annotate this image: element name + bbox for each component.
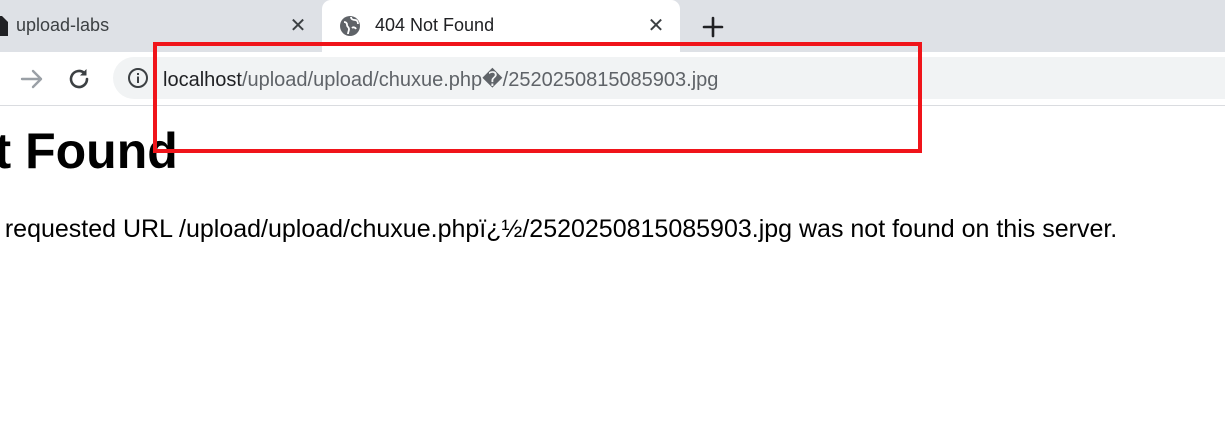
globe-icon — [340, 16, 360, 36]
url-text: localhost/upload/upload/chuxue.php�/2520… — [163, 67, 718, 92]
file-icon — [0, 16, 8, 36]
error-message: e requested URL /upload/upload/chuxue.ph… — [0, 215, 1118, 243]
tab-close-button[interactable]: ✕ — [285, 13, 311, 39]
arrow-right-icon[interactable] — [17, 64, 47, 94]
tab-title: upload-labs — [16, 15, 110, 35]
tab-upload-labs[interactable]: upload-labs ✕ — [0, 0, 320, 52]
reload-icon[interactable] — [64, 64, 94, 94]
info-icon[interactable] — [127, 67, 149, 89]
new-tab-button[interactable] — [698, 12, 728, 42]
tab-close-button[interactable]: ✕ — [643, 13, 669, 39]
page-heading: ot Found — [0, 123, 178, 179]
url-path: /upload/upload/chuxue.php�/2520250815085… — [241, 69, 719, 91]
tab-404-not-found[interactable]: 404 Not Found ✕ — [322, 0, 680, 52]
tab-strip: upload-labs ✕ 404 Not Found ✕ — [0, 0, 1225, 52]
address-bar[interactable]: localhost/upload/upload/chuxue.php�/2520… — [113, 57, 1225, 99]
toolbar: localhost/upload/upload/chuxue.php�/2520… — [0, 52, 1225, 106]
page-content: ot Found e requested URL /upload/upload/… — [0, 106, 1225, 431]
tab-title: 404 Not Found — [375, 15, 495, 35]
url-host: localhost — [163, 69, 242, 91]
